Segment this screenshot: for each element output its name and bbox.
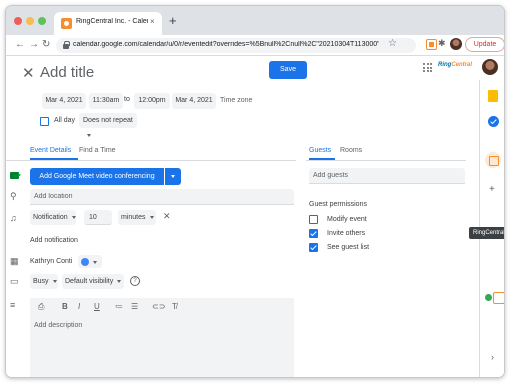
tabs-divider (6, 160, 296, 161)
all-day-checkbox[interactable] (40, 117, 49, 126)
briefcase-icon: ▭ (10, 276, 19, 286)
tab-rooms[interactable]: Rooms (340, 147, 362, 154)
online-status-icon (485, 294, 492, 301)
tasks-icon[interactable] (488, 116, 499, 127)
italic-icon[interactable]: I (78, 302, 80, 311)
location-icon: ⚲ (10, 191, 17, 201)
add-notification-link[interactable]: Add notification (30, 237, 78, 244)
browser-toolbar: ← → ↻ calendar.google.com/calendar/u/0/r… (6, 35, 504, 56)
reload-icon[interactable]: ↻ (42, 39, 50, 50)
address-bar[interactable]: calendar.google.com/calendar/u/0/r/event… (56, 38, 416, 53)
rich-text-toolbar: ⎙ B I U ≔ ☰ ⊂⊃ T̸ (30, 298, 294, 316)
help-icon[interactable]: ? (130, 276, 140, 286)
end-date-chip[interactable]: Mar 4, 2021 (172, 93, 216, 109)
apps-grid-icon[interactable] (423, 63, 432, 72)
bulleted-list-icon[interactable]: ☰ (131, 302, 138, 311)
bell-icon: ♫ (10, 213, 17, 223)
ringcentral-favicon-icon (61, 18, 72, 29)
chevron-down-icon (93, 261, 97, 264)
repeat-select[interactable]: Does not repeat (79, 113, 137, 137)
close-tab-icon[interactable]: × (150, 17, 155, 26)
chevron-down-icon (117, 279, 122, 283)
ringcentral-phone-icon[interactable] (493, 292, 504, 304)
attachment-icon[interactable]: ⎙ (38, 302, 44, 312)
start-time-chip[interactable]: 11:30am (89, 93, 123, 109)
notification-unit-select[interactable]: minutes (118, 210, 156, 225)
back-icon[interactable]: ← (15, 39, 25, 50)
bookmark-star-icon[interactable]: ☆ (388, 38, 397, 49)
account-avatar[interactable] (482, 59, 498, 75)
chevron-right-icon[interactable]: › (491, 352, 494, 362)
notification-type-select[interactable]: Notification (30, 210, 76, 225)
chevron-down-icon (52, 279, 57, 283)
meet-dropdown-button[interactable] (165, 168, 181, 185)
end-time-chip[interactable]: 12:00pm (134, 93, 170, 109)
notification-value-input[interactable]: 10 (84, 210, 112, 225)
calendar-icon: ▦ (10, 256, 19, 266)
chevron-down-icon (149, 215, 154, 219)
ringcentral-extension-icon[interactable] (426, 39, 437, 50)
maximize-window-button[interactable] (38, 17, 46, 25)
chevron-down-icon (87, 133, 91, 137)
tab-strip: RingCentral Inc. - Calendar – E × + (6, 6, 504, 35)
guest-permissions-title: Guest permissions (309, 201, 367, 208)
bold-icon[interactable]: B (62, 302, 68, 311)
url-text[interactable]: calendar.google.com/calendar/u/0/r/event… (73, 41, 379, 48)
time-zone-link[interactable]: Time zone (220, 97, 252, 104)
chevron-down-icon (71, 215, 76, 219)
modify-event-checkbox[interactable] (309, 215, 318, 224)
description-icon: ≡ (10, 300, 16, 310)
tabs-divider (306, 160, 466, 161)
tab-find-a-time[interactable]: Find a Time (79, 147, 116, 154)
minimize-window-button[interactable] (26, 17, 34, 25)
forward-icon[interactable]: → (29, 39, 39, 50)
invite-others-label: Invite others (327, 230, 366, 237)
modify-event-label: Modify event (327, 216, 367, 223)
keep-icon[interactable] (488, 90, 498, 102)
browser-window: RingCentral Inc. - Calendar – E × + ← → … (5, 5, 505, 378)
lock-icon (63, 41, 70, 49)
start-date-chip[interactable]: Mar 4, 2021 (42, 93, 86, 109)
description-editor[interactable]: ⎙ B I U ≔ ☰ ⊂⊃ T̸ Add description (30, 298, 294, 377)
remove-notification-icon[interactable]: ✕ (163, 211, 171, 222)
close-editor-icon[interactable]: ✕ (22, 64, 35, 82)
ringcentral-logo: RingCentral (438, 62, 473, 68)
event-title-input[interactable] (40, 61, 260, 83)
tab-event-details[interactable]: Event Details (30, 147, 71, 154)
all-day-label: All day (54, 117, 76, 124)
add-guests-input[interactable] (309, 168, 465, 184)
event-editor: ✕ Save RingCentral Mar 4, 2021 11:30am t… (6, 56, 504, 377)
add-addon-icon[interactable]: + (489, 184, 495, 195)
browser-tab[interactable]: RingCentral Inc. - Calendar – E × (54, 12, 162, 35)
underline-icon[interactable]: U (94, 302, 100, 311)
event-color-picker[interactable] (78, 255, 102, 268)
invite-others-checkbox[interactable] (309, 229, 318, 238)
extensions-puzzle-icon[interactable]: ✱ (438, 38, 446, 49)
save-button[interactable]: Save (269, 61, 307, 79)
clear-formatting-icon[interactable]: T̸ (172, 302, 177, 311)
google-meet-icon (10, 172, 21, 179)
close-window-button[interactable] (14, 17, 22, 25)
location-input[interactable] (30, 189, 294, 205)
new-tab-button[interactable]: + (169, 13, 177, 28)
link-icon[interactable]: ⊂⊃ (152, 302, 165, 311)
ringcentral-tooltip: RingCentral (469, 227, 504, 239)
profile-avatar[interactable] (450, 38, 462, 50)
tab-title: RingCentral Inc. - Calendar – E (76, 18, 148, 25)
see-guest-list-checkbox[interactable] (309, 243, 318, 252)
visibility-select[interactable]: Default visibility (62, 274, 124, 289)
add-meet-button[interactable]: Add Google Meet video conferencing (30, 168, 164, 185)
color-swatch (81, 258, 89, 266)
tab-guests[interactable]: Guests (309, 147, 331, 154)
calendar-owner[interactable]: Kathryn Conti (30, 258, 72, 265)
ringcentral-addon-icon[interactable] (485, 152, 501, 168)
update-button[interactable]: Update (465, 37, 504, 52)
to-label: to (124, 96, 130, 103)
description-placeholder: Add description (34, 322, 83, 329)
see-guest-list-label: See guest list (327, 244, 370, 251)
busy-select[interactable]: Busy (30, 274, 58, 289)
numbered-list-icon[interactable]: ≔ (115, 302, 123, 311)
